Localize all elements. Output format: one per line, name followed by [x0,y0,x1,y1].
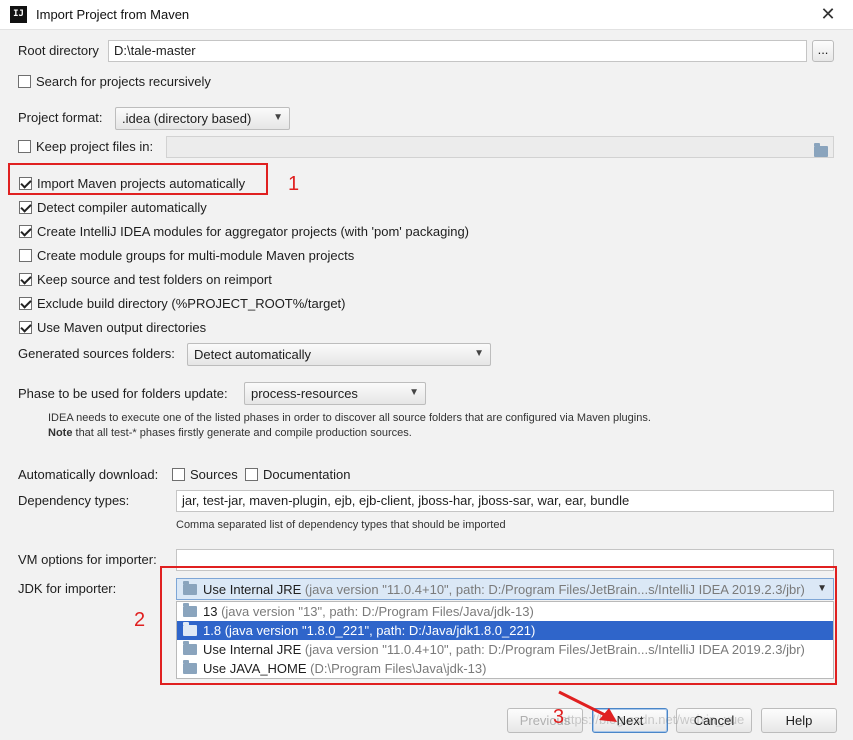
jdk-label: JDK for importer: [18,581,117,596]
window-title: Import Project from Maven [36,7,190,22]
phase-label: Phase to be used for folders update: [18,386,228,401]
detect-compiler-option[interactable]: Detect compiler automatically [19,200,207,215]
dependency-types-hint: Comma separated list of dependency types… [176,519,506,531]
generated-sources-combo[interactable]: Detect automatically ▼ [187,343,491,366]
phase-combo[interactable]: process-resources ▼ [244,382,426,405]
folder-icon[interactable] [814,143,834,159]
phase-hint-line2: Note that all test-* phases firstly gene… [48,427,412,439]
search-recursively-option[interactable]: Search for projects recursively [18,74,211,89]
download-docs-checkbox[interactable] [245,468,258,481]
vm-options-label: VM options for importer: [18,552,157,567]
close-icon[interactable]: ✕ [816,3,840,25]
generated-sources-label: Generated sources folders: [18,346,175,361]
phase-hint-line1: IDEA needs to execute one of the listed … [48,412,651,424]
search-recursively-checkbox[interactable] [18,75,31,88]
dependency-types-label: Dependency types: [18,493,130,508]
exclude-build-directory-checkbox[interactable] [19,297,32,310]
create-aggregator-modules-option[interactable]: Create IntelliJ IDEA modules for aggrega… [19,224,469,239]
create-module-groups-checkbox[interactable] [19,249,32,262]
project-format-value: .idea (directory based) [122,111,252,126]
annotation-mark-1: 1 [288,173,300,195]
option-label: Keep source and test folders on reimport [37,272,272,287]
root-directory-label: Root directory [18,43,99,58]
annotation-box-1 [8,163,268,195]
use-maven-output-option[interactable]: Use Maven output directories [19,320,206,335]
dependency-types-input[interactable]: jar, test-jar, maven-plugin, ejb, ejb-cl… [176,490,834,512]
option-label: Exclude build directory (%PROJECT_ROOT%/… [37,296,346,311]
chevron-down-icon: ▼ [409,387,419,398]
use-maven-output-checkbox[interactable] [19,321,32,334]
phase-value: process-resources [251,386,358,401]
download-docs-option[interactable]: Documentation [245,467,350,482]
download-docs-label: Documentation [263,467,351,482]
chevron-down-icon: ▼ [474,348,484,359]
detect-compiler-checkbox[interactable] [19,201,32,214]
annotation-arrow [558,690,617,722]
keep-project-files-label: Keep project files in: [36,139,154,154]
note-bold: Note [48,427,73,439]
annotation-box-2 [160,566,837,685]
project-format-combo[interactable]: .idea (directory based) ▼ [115,107,290,130]
keep-source-folders-option[interactable]: Keep source and test folders on reimport [19,272,272,287]
auto-download-label: Automatically download: [18,467,159,482]
keep-source-folders-checkbox[interactable] [19,273,32,286]
search-recursively-label: Search for projects recursively [36,74,211,89]
create-aggregator-modules-checkbox[interactable] [19,225,32,238]
generated-sources-value: Detect automatically [194,347,312,362]
option-label: Detect compiler automatically [37,200,207,215]
exclude-build-directory-option[interactable]: Exclude build directory (%PROJECT_ROOT%/… [19,296,345,311]
browse-button[interactable]: ... [812,40,834,62]
option-label: Create IntelliJ IDEA modules for aggrega… [37,224,470,239]
option-label: Create module groups for multi-module Ma… [37,248,355,263]
project-format-label: Project format: [18,110,103,125]
create-module-groups-option[interactable]: Create module groups for multi-module Ma… [19,248,354,263]
download-sources-option[interactable]: Sources [172,467,238,482]
keep-project-files-checkbox[interactable] [18,140,31,153]
help-button[interactable]: Help [761,708,837,733]
download-sources-label: Sources [190,467,238,482]
intellij-app-icon: IJ [10,6,27,23]
note-text: that all test-* phases firstly generate … [72,427,412,439]
annotation-mark-2: 2 [134,609,146,631]
keep-project-files-option[interactable]: Keep project files in: [18,139,153,154]
root-directory-input[interactable]: D:\tale-master [108,40,807,62]
download-sources-checkbox[interactable] [172,468,185,481]
chevron-down-icon: ▼ [273,112,283,123]
option-label: Use Maven output directories [37,320,207,335]
keep-project-files-input[interactable] [166,136,834,158]
